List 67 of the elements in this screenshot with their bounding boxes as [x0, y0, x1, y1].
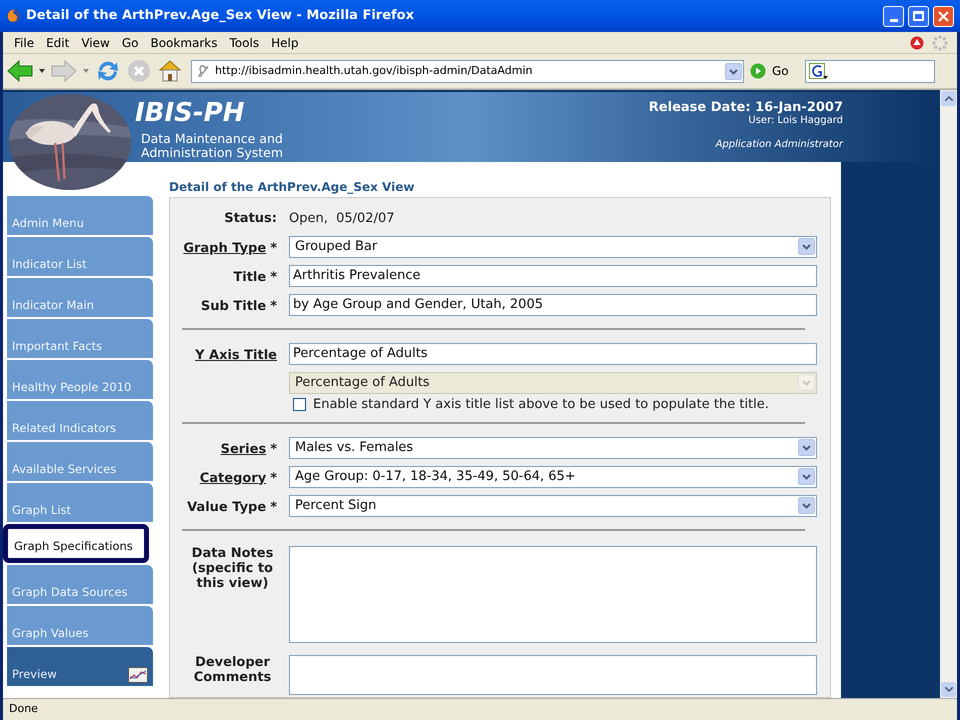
window-title: Detail of the ArthPrev.Age_Sex View - Mozilla Firefox	[26, 7, 415, 26]
dropdown[interactable]: Males vs. Females	[289, 436, 817, 458]
field-link[interactable]: Y Axis Title	[195, 348, 277, 362]
checkbox[interactable]	[293, 398, 306, 412]
minimize-button[interactable]	[883, 6, 904, 26]
address-field[interactable]: http://ibisadmin.health.utah.gov/ibisph-admin/DataAdmin	[191, 60, 744, 82]
back-arrow-icon[interactable]	[7, 60, 33, 82]
line-chart-icon	[128, 667, 148, 683]
menu-item[interactable]: View	[75, 34, 116, 52]
field-link[interactable]: Series	[220, 442, 266, 456]
menu-item[interactable]: Help	[265, 34, 304, 52]
required-mark: *	[270, 470, 277, 486]
user-role: Application Administrator	[716, 139, 843, 151]
menu-item[interactable]: Go	[116, 34, 144, 52]
dropdown[interactable]: Grouped Bar	[289, 236, 817, 258]
browser-logo-icon	[6, 8, 22, 24]
home-icon[interactable]	[157, 58, 183, 84]
status-label: Status:	[223, 210, 277, 228]
go-button[interactable]: Go	[772, 62, 789, 80]
sidebar-tab[interactable]: Graph Specifications	[3, 524, 149, 563]
caret-icon[interactable]	[39, 69, 45, 73]
status-text: Done	[9, 701, 38, 718]
required-mark: *	[270, 240, 277, 256]
field-label: Sub Title	[200, 298, 266, 314]
scroll-down-icon[interactable]	[944, 687, 952, 692]
menu-item[interactable]: Bookmarks	[144, 34, 224, 52]
field-label: Value Type	[187, 500, 266, 514]
text-field[interactable]: by Age Group and Gender, Utah, 2005	[289, 294, 817, 316]
status-value: Open, 05/02/07	[289, 210, 396, 228]
menu-item[interactable]: Tools	[224, 34, 266, 52]
bird-icon	[196, 64, 210, 78]
checkbox-label: Enable standard Y axis title list above to be used to populate the title.	[313, 396, 769, 414]
field-link[interactable]: Category	[200, 470, 266, 486]
field-label: Data Notes (specific to this view)	[192, 546, 274, 591]
close-icon[interactable]	[938, 10, 949, 22]
text-field[interactable]: Percentage of Adults	[289, 342, 817, 364]
required-mark: *	[270, 270, 277, 284]
text-field[interactable]: Arthritis Prevalence	[289, 264, 817, 286]
user-name: User: Lois Haggard	[748, 115, 843, 127]
brand-subtitle: Administration System	[140, 146, 284, 160]
field-label: Developer Comments	[194, 655, 272, 685]
text-area[interactable]	[289, 655, 817, 695]
scroll-up-icon[interactable]	[944, 96, 952, 101]
close-button[interactable]	[933, 6, 954, 26]
field-link[interactable]: Graph Type	[183, 240, 266, 256]
go-icon[interactable]	[750, 63, 766, 79]
dropdown: Percentage of Adults	[289, 372, 817, 394]
menu-item[interactable]: Edit	[40, 34, 76, 52]
brand-title: IBIS-PH	[135, 100, 246, 126]
release-date: Release Date: 16-Jan-2007	[648, 100, 843, 115]
page-title: Detail of the ArthPrev.Age_Sex View	[169, 180, 416, 194]
field-label: Title	[233, 270, 266, 284]
brand-subtitle: Data Maintenance and	[140, 132, 284, 146]
search-field[interactable]	[804, 60, 935, 82]
scrollbar[interactable]	[940, 90, 957, 698]
menu-item[interactable]: File	[8, 34, 40, 52]
required-mark: *	[270, 298, 277, 314]
dropdown[interactable]: Age Group: 0-17, 18-34, 35-49, 50-64, 65+	[289, 466, 817, 488]
dropdown[interactable]: Percent Sign	[289, 494, 817, 516]
text-area[interactable]	[289, 546, 817, 643]
alert-icon[interactable]	[910, 36, 924, 50]
maximize-button[interactable]	[908, 6, 929, 26]
sidebar-tab[interactable]: Preview	[7, 647, 153, 686]
throbber-icon	[932, 34, 948, 50]
required-mark: *	[270, 500, 277, 514]
search-engine-icon[interactable]	[808, 62, 829, 80]
required-mark: *	[270, 442, 277, 456]
